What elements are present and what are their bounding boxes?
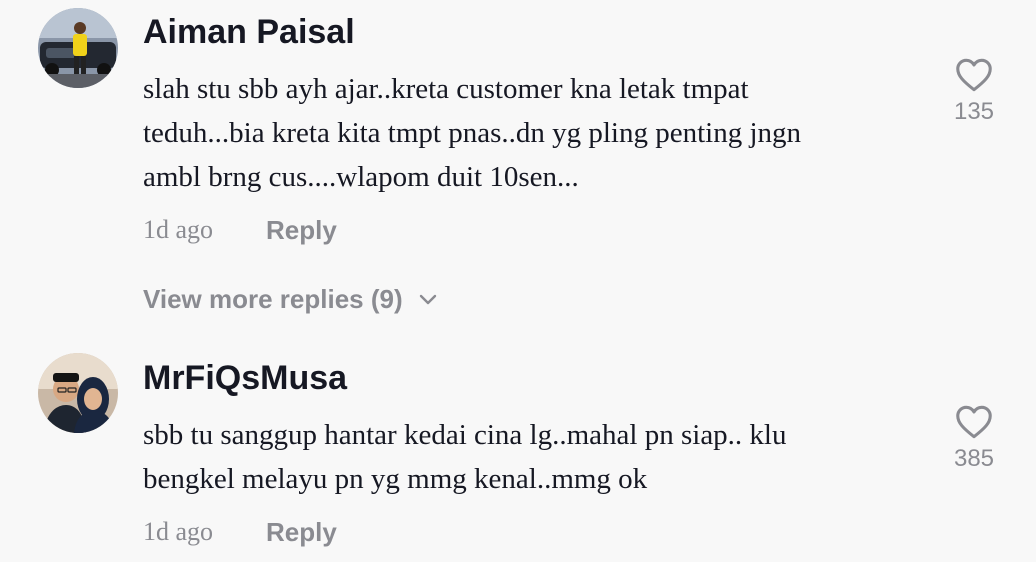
view-more-replies-button[interactable]: View more replies (9) [143, 284, 437, 315]
chevron-down-icon [419, 294, 436, 304]
like-button[interactable]: 385 [946, 405, 1002, 473]
comment-text-line: bengkel melayu pn yg mmg kenal..mmg ok [143, 463, 648, 495]
comment-text-line: sbb tu sanggup hantar kedai cina lg..mah… [143, 419, 787, 451]
view-more-replies-label: View more replies (9) [143, 284, 403, 314]
avatar[interactable] [38, 8, 118, 88]
comment-username[interactable]: Aiman Paisal [143, 13, 355, 52]
comment-text-line: ambl brng cus....wlapom duit 10sen... [143, 161, 579, 193]
comment-text-line: teduh...bia kreta kita tmpt pnas..dn yg … [143, 117, 802, 149]
comment-username[interactable]: MrFiQsMusa [143, 359, 347, 398]
like-button[interactable]: 135 [946, 58, 1002, 126]
comment-text: sbb tu sanggup hantar kedai cina lg..mah… [143, 413, 923, 501]
heart-outline-icon [956, 58, 992, 92]
comment-text: slah stu sbb ayh ajar..kreta customer kn… [143, 67, 923, 199]
like-count: 385 [953, 445, 995, 472]
comment-timestamp: 1d ago [143, 215, 214, 244]
avatar[interactable] [38, 353, 118, 433]
comment-timestamp: 1d ago [143, 517, 214, 546]
like-count: 135 [953, 98, 995, 125]
reply-button[interactable]: Reply [266, 215, 337, 246]
comment-text-line: slah stu sbb ayh ajar..kreta customer kn… [143, 73, 749, 105]
heart-outline-icon [956, 405, 992, 439]
reply-button[interactable]: Reply [266, 517, 337, 548]
